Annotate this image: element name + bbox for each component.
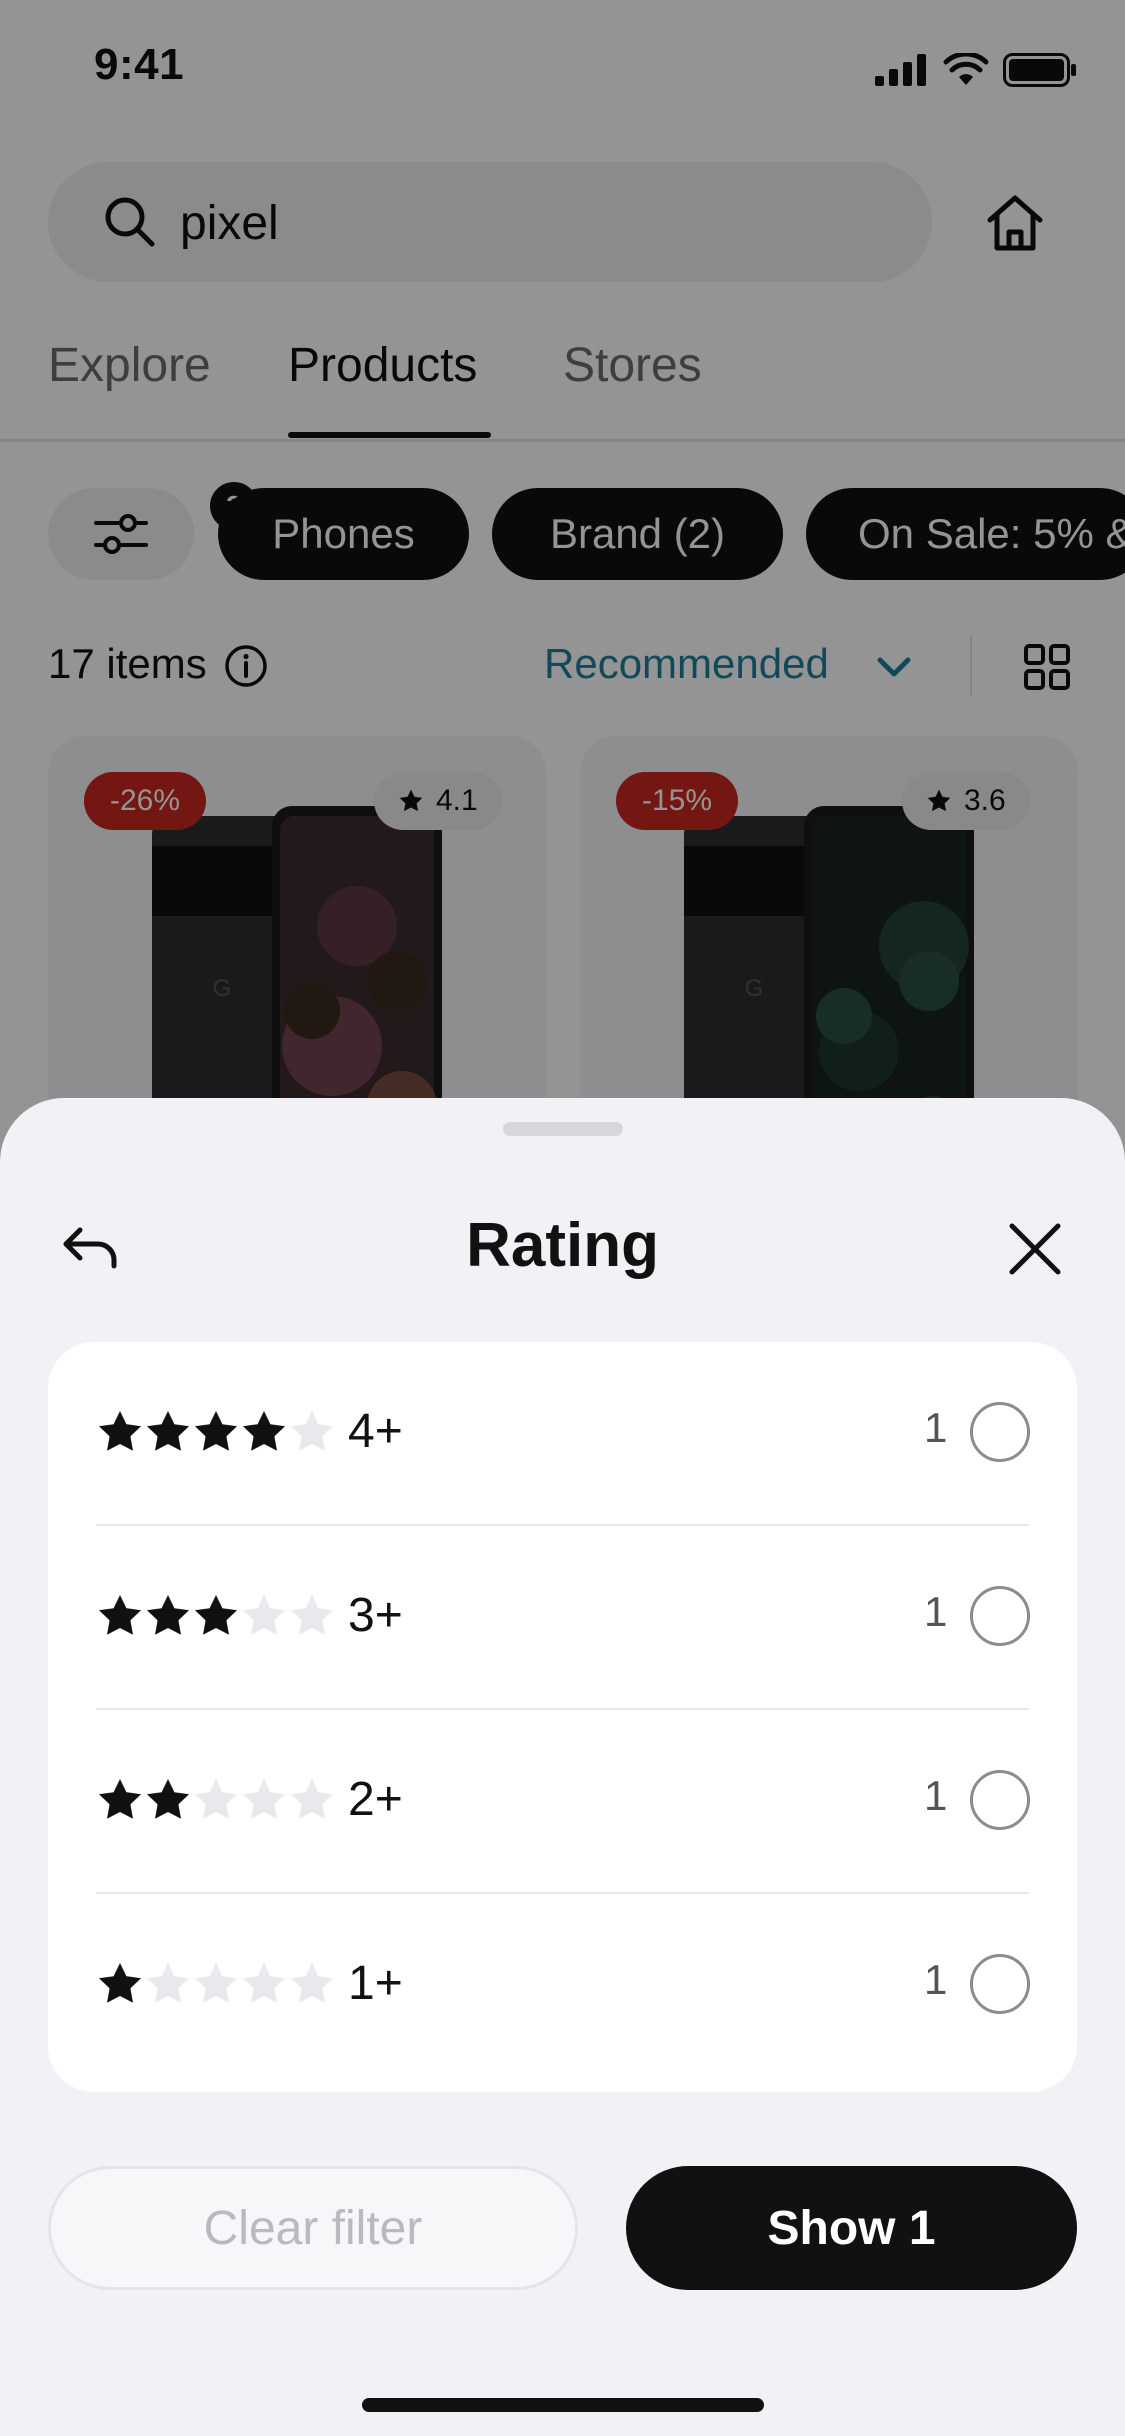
rating-options-list: 4+ 1 3+ 1 2+ 1 1+ 1	[48, 1342, 1077, 2092]
rating-option-count: 1	[924, 1772, 948, 1819]
star-filled-icon	[147, 1595, 189, 1635]
star-rating	[96, 1592, 336, 1640]
clear-filter-button[interactable]: Clear filter	[48, 2166, 578, 2290]
radio-button[interactable]	[970, 1954, 1030, 2014]
home-indicator	[362, 2398, 764, 2412]
rating-option-label: 1+	[348, 1957, 403, 2010]
star-filled-icon	[195, 1411, 237, 1451]
star-empty-icon	[243, 1963, 285, 2003]
star-empty-icon	[243, 1595, 285, 1635]
rating-option-1[interactable]: 1+ 1	[48, 1894, 1077, 2078]
rating-option-count: 1	[924, 1956, 948, 2003]
radio-button[interactable]	[970, 1402, 1030, 1462]
star-filled-icon	[147, 1779, 189, 1819]
sheet-title: Rating	[466, 1211, 659, 1280]
radio-button[interactable]	[970, 1770, 1030, 1830]
star-empty-icon	[291, 1963, 333, 2003]
star-filled-icon	[147, 1411, 189, 1451]
star-filled-icon	[99, 1963, 141, 2003]
rating-option-2[interactable]: 2+ 1	[48, 1710, 1077, 1894]
star-rating	[96, 1776, 336, 1824]
star-empty-icon	[291, 1595, 333, 1635]
rating-option-4[interactable]: 4+ 1	[48, 1342, 1077, 1526]
star-filled-icon	[195, 1595, 237, 1635]
star-empty-icon	[291, 1411, 333, 1451]
star-filled-icon	[99, 1411, 141, 1451]
radio-button[interactable]	[970, 1586, 1030, 1646]
star-empty-icon	[243, 1779, 285, 1819]
star-empty-icon	[195, 1779, 237, 1819]
rating-filter-sheet: Rating 4+ 1 3+ 1 2+ 1 1+ 1 Clear filter …	[0, 1098, 1125, 2436]
star-rating	[96, 1960, 336, 2008]
rating-option-label: 4+	[348, 1405, 403, 1458]
close-icon[interactable]	[1006, 1220, 1064, 1278]
sheet-grabber[interactable]	[503, 1122, 623, 1136]
star-filled-icon	[243, 1411, 285, 1451]
star-empty-icon	[291, 1779, 333, 1819]
star-empty-icon	[195, 1963, 237, 2003]
star-filled-icon	[99, 1779, 141, 1819]
rating-option-label: 2+	[348, 1773, 403, 1826]
star-empty-icon	[147, 1963, 189, 2003]
show-results-button[interactable]: Show 1	[626, 2166, 1077, 2290]
rating-option-count: 1	[924, 1404, 948, 1451]
rating-option-label: 3+	[348, 1589, 403, 1642]
rating-option-count: 1	[924, 1588, 948, 1635]
star-rating	[96, 1408, 336, 1456]
star-filled-icon	[99, 1595, 141, 1635]
rating-option-3[interactable]: 3+ 1	[48, 1526, 1077, 1710]
